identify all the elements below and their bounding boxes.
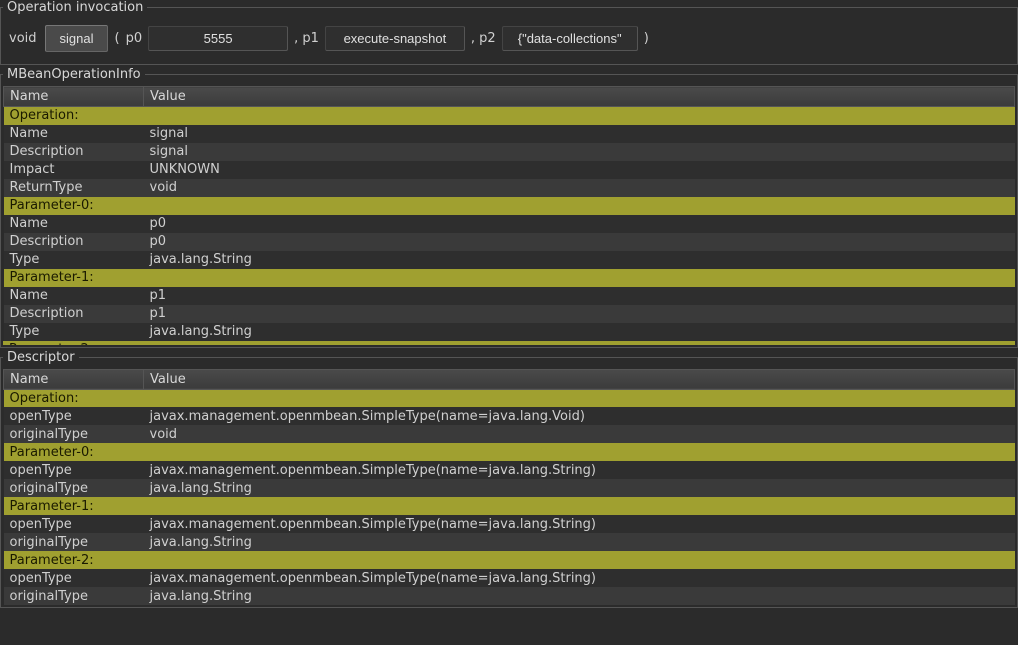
table-row[interactable]: ReturnTypevoid — [4, 179, 1015, 197]
section-parameter-1[interactable]: Parameter-1: — [4, 269, 1015, 287]
table-row[interactable]: Namesignal — [4, 125, 1015, 143]
table-row[interactable]: originalTypejava.lang.String — [4, 587, 1015, 605]
p1-label: , p1 — [294, 31, 319, 46]
return-type-label: void — [9, 31, 37, 46]
table-row[interactable]: Typejava.lang.String — [4, 251, 1015, 269]
table-row[interactable]: openTypejavax.management.openmbean.Simpl… — [4, 569, 1015, 587]
table-row[interactable]: originalTypejava.lang.String — [4, 533, 1015, 551]
section-operation[interactable]: Operation: — [4, 389, 1015, 407]
table-row[interactable]: openTypejavax.management.openmbean.Simpl… — [4, 461, 1015, 479]
header-value[interactable]: Value — [144, 369, 1015, 389]
table-header-row: Name Value — [4, 87, 1015, 107]
table-row[interactable]: Namep1 — [4, 287, 1015, 305]
mbean-legend: MBeanOperationInfo — [3, 67, 145, 82]
section-parameter-0[interactable]: Parameter-0: — [4, 443, 1015, 461]
operation-invocation-panel: Operation invocation void signal ( p0 , … — [0, 0, 1018, 65]
header-name[interactable]: Name — [4, 87, 144, 107]
table-row[interactable]: originalTypejava.lang.String — [4, 479, 1015, 497]
table-row[interactable]: Descriptionp1 — [4, 305, 1015, 323]
table-row[interactable]: Descriptionsignal — [4, 143, 1015, 161]
descriptor-legend: Descriptor — [3, 350, 79, 365]
signal-button[interactable]: signal — [45, 25, 109, 52]
section-operation[interactable]: Operation: — [4, 107, 1015, 125]
operation-invocation-legend: Operation invocation — [3, 0, 147, 15]
table-row[interactable]: openTypejavax.management.openmbean.Simpl… — [4, 515, 1015, 533]
header-name[interactable]: Name — [4, 369, 144, 389]
table-row[interactable]: Descriptionp0 — [4, 233, 1015, 251]
section-parameter-2[interactable]: Parameter-2: — [4, 551, 1015, 569]
p0-label: p0 — [126, 31, 143, 46]
section-parameter-0[interactable]: Parameter-0: — [4, 197, 1015, 215]
table-row[interactable]: Namep0 — [4, 215, 1015, 233]
p1-input[interactable] — [325, 26, 465, 51]
table-row[interactable]: ImpactUNKNOWN — [4, 161, 1015, 179]
mbean-table: Name Value Operation: Namesignal Descrip… — [3, 86, 1015, 341]
mbean-operation-info-panel: MBeanOperationInfo Name Value Operation:… — [0, 67, 1018, 348]
descriptor-table: Name Value Operation: openTypejavax.mana… — [3, 369, 1015, 606]
table-row[interactable]: originalTypevoid — [4, 425, 1015, 443]
p2-input[interactable] — [502, 26, 638, 51]
descriptor-panel: Descriptor Name Value Operation: openTyp… — [0, 350, 1018, 609]
table-row[interactable]: Typejava.lang.String — [4, 323, 1015, 341]
p2-label: , p2 — [471, 31, 496, 46]
p0-input[interactable] — [148, 26, 288, 51]
header-value[interactable]: Value — [144, 87, 1015, 107]
section-parameter-2-cutoff[interactable]: Parameter-2: — [3, 341, 1015, 345]
table-row[interactable]: openTypejavax.management.openmbean.Simpl… — [4, 407, 1015, 425]
open-paren: ( — [114, 31, 119, 46]
invocation-row: void signal ( p0 , p1 , p2 ) — [3, 19, 1015, 62]
close-paren: ) — [644, 31, 649, 46]
table-header-row: Name Value — [4, 369, 1015, 389]
section-parameter-1[interactable]: Parameter-1: — [4, 497, 1015, 515]
